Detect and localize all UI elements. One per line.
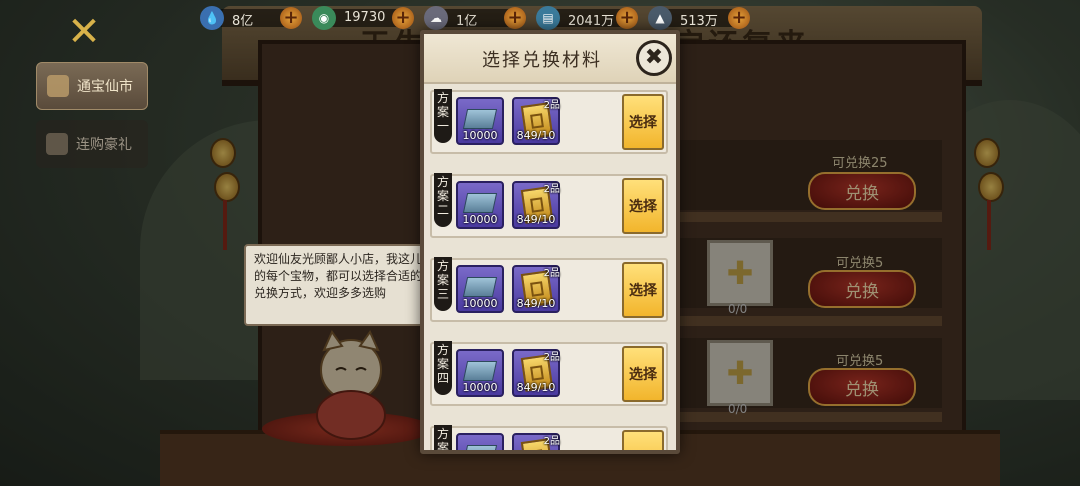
sidebar-item-bundle[interactable]: 连购豪礼 bbox=[36, 120, 148, 168]
water-drop-icon: 💧 bbox=[200, 6, 224, 30]
add-resource-button[interactable]: + bbox=[616, 7, 638, 29]
modal-header: 选择兑换材料 ✖ bbox=[424, 34, 676, 84]
plan-label: 方案一 bbox=[434, 89, 452, 143]
plan-list[interactable]: 方案一 10000 2品 849/10 选择 方案二 10000 2品 849/ bbox=[424, 84, 676, 450]
token-item[interactable]: 2品 bbox=[512, 433, 560, 450]
resource-value: 2041万 bbox=[568, 14, 615, 29]
npc-speech-bubble: 欢迎仙友光顾鄙人小店，我这儿的每个宝物，都可以选择合适的兑换方式，欢迎多多选购 bbox=[244, 244, 434, 326]
ingot-item[interactable]: 10000 bbox=[456, 265, 504, 313]
token-item[interactable]: 2品 849/10 bbox=[512, 181, 560, 229]
add-resource-button[interactable]: + bbox=[280, 7, 302, 29]
add-resource-button[interactable]: + bbox=[504, 7, 526, 29]
resource-bar: 💧 8亿 + ◉ 19730 + ☁ 1亿 + ▤ 2041万 + ▲ 513万… bbox=[200, 6, 760, 32]
scroll-book-icon: ▤ bbox=[536, 6, 560, 30]
resource-value: 513万 bbox=[680, 14, 718, 29]
plan-label: 方案二 bbox=[434, 173, 452, 227]
shop-icon bbox=[47, 75, 69, 97]
item-quantity: 10000 bbox=[462, 129, 498, 142]
ingot-item[interactable]: 10000 bbox=[456, 97, 504, 145]
token-item[interactable]: 2品 849/10 bbox=[512, 97, 560, 145]
resource-bell: ▲ 513万 + bbox=[648, 6, 750, 30]
close-button[interactable]: ✖ bbox=[636, 40, 672, 76]
token-item[interactable]: 2品 849/10 bbox=[512, 265, 560, 313]
sidebar-item-label: 连购豪礼 bbox=[76, 137, 132, 153]
item-quantity: 10000 bbox=[462, 381, 498, 394]
grade-badge: 2品 bbox=[543, 436, 560, 447]
plan-row: 方案二 10000 2品 849/10 选择 bbox=[430, 173, 668, 238]
resource-value: 8亿 bbox=[232, 14, 254, 29]
silver-ingot-icon bbox=[462, 445, 498, 450]
add-resource-button[interactable]: + bbox=[728, 7, 750, 29]
resource-value: 1亿 bbox=[456, 14, 478, 29]
silver-ingot-icon bbox=[462, 361, 498, 381]
silver-ingot-icon bbox=[462, 277, 498, 297]
plan-label: 方案 bbox=[434, 425, 452, 450]
resource-jade: ◉ 19730 + bbox=[312, 6, 414, 30]
plan-row: 方案 2品 bbox=[430, 425, 668, 450]
token-item[interactable]: 2品 849/10 bbox=[512, 349, 560, 397]
cloud-icon: ☁ bbox=[424, 6, 448, 30]
plan-row: 方案一 10000 2品 849/10 选择 bbox=[430, 89, 668, 154]
resource-cloud: ☁ 1亿 + bbox=[424, 6, 526, 30]
silver-ingot-icon bbox=[462, 109, 498, 129]
back-close-button[interactable]: ✕ bbox=[58, 8, 110, 56]
ingot-item[interactable]: 10000 bbox=[456, 181, 504, 229]
ingot-item[interactable] bbox=[456, 433, 504, 450]
resource-scroll: ▤ 2041万 + bbox=[536, 6, 638, 30]
select-button[interactable]: 选择 bbox=[622, 262, 664, 318]
select-button[interactable]: 选择 bbox=[622, 346, 664, 402]
add-resource-button[interactable]: + bbox=[392, 7, 414, 29]
plan-label: 方案四 bbox=[434, 341, 452, 395]
item-quantity: 849/10 bbox=[516, 381, 556, 394]
ingot-item[interactable]: 10000 bbox=[456, 349, 504, 397]
jade-coin-icon: ◉ bbox=[312, 6, 336, 30]
resource-value: 19730 bbox=[344, 10, 386, 25]
resource-water: 💧 8亿 + bbox=[200, 6, 302, 30]
item-quantity: 849/10 bbox=[516, 129, 556, 142]
select-button[interactable] bbox=[622, 430, 664, 450]
sidebar-item-market[interactable]: 通宝仙市 bbox=[36, 62, 148, 110]
plan-label: 方案三 bbox=[434, 257, 452, 311]
item-quantity: 849/10 bbox=[516, 297, 556, 310]
bell-icon: ▲ bbox=[648, 6, 672, 30]
sidebar-item-label: 通宝仙市 bbox=[77, 79, 133, 95]
gift-icon bbox=[46, 133, 68, 155]
item-quantity: 10000 bbox=[462, 297, 498, 310]
plan-row: 方案四 10000 2品 849/10 选择 bbox=[430, 341, 668, 406]
silver-ingot-icon bbox=[462, 193, 498, 213]
select-button[interactable]: 选择 bbox=[622, 178, 664, 234]
select-button[interactable]: 选择 bbox=[622, 94, 664, 150]
grade-badge: 2品 bbox=[543, 100, 560, 111]
grade-badge: 2品 bbox=[543, 268, 560, 279]
modal-title: 选择兑换材料 bbox=[482, 50, 602, 71]
grade-badge: 2品 bbox=[543, 184, 560, 195]
item-quantity: 849/10 bbox=[516, 213, 556, 226]
item-quantity: 10000 bbox=[462, 213, 498, 226]
plan-row: 方案三 10000 2品 849/10 选择 bbox=[430, 257, 668, 322]
grade-badge: 2品 bbox=[543, 352, 560, 363]
exchange-material-modal: 选择兑换材料 ✖ 方案一 10000 2品 849/10 选择 方案二 1000… bbox=[420, 30, 680, 454]
